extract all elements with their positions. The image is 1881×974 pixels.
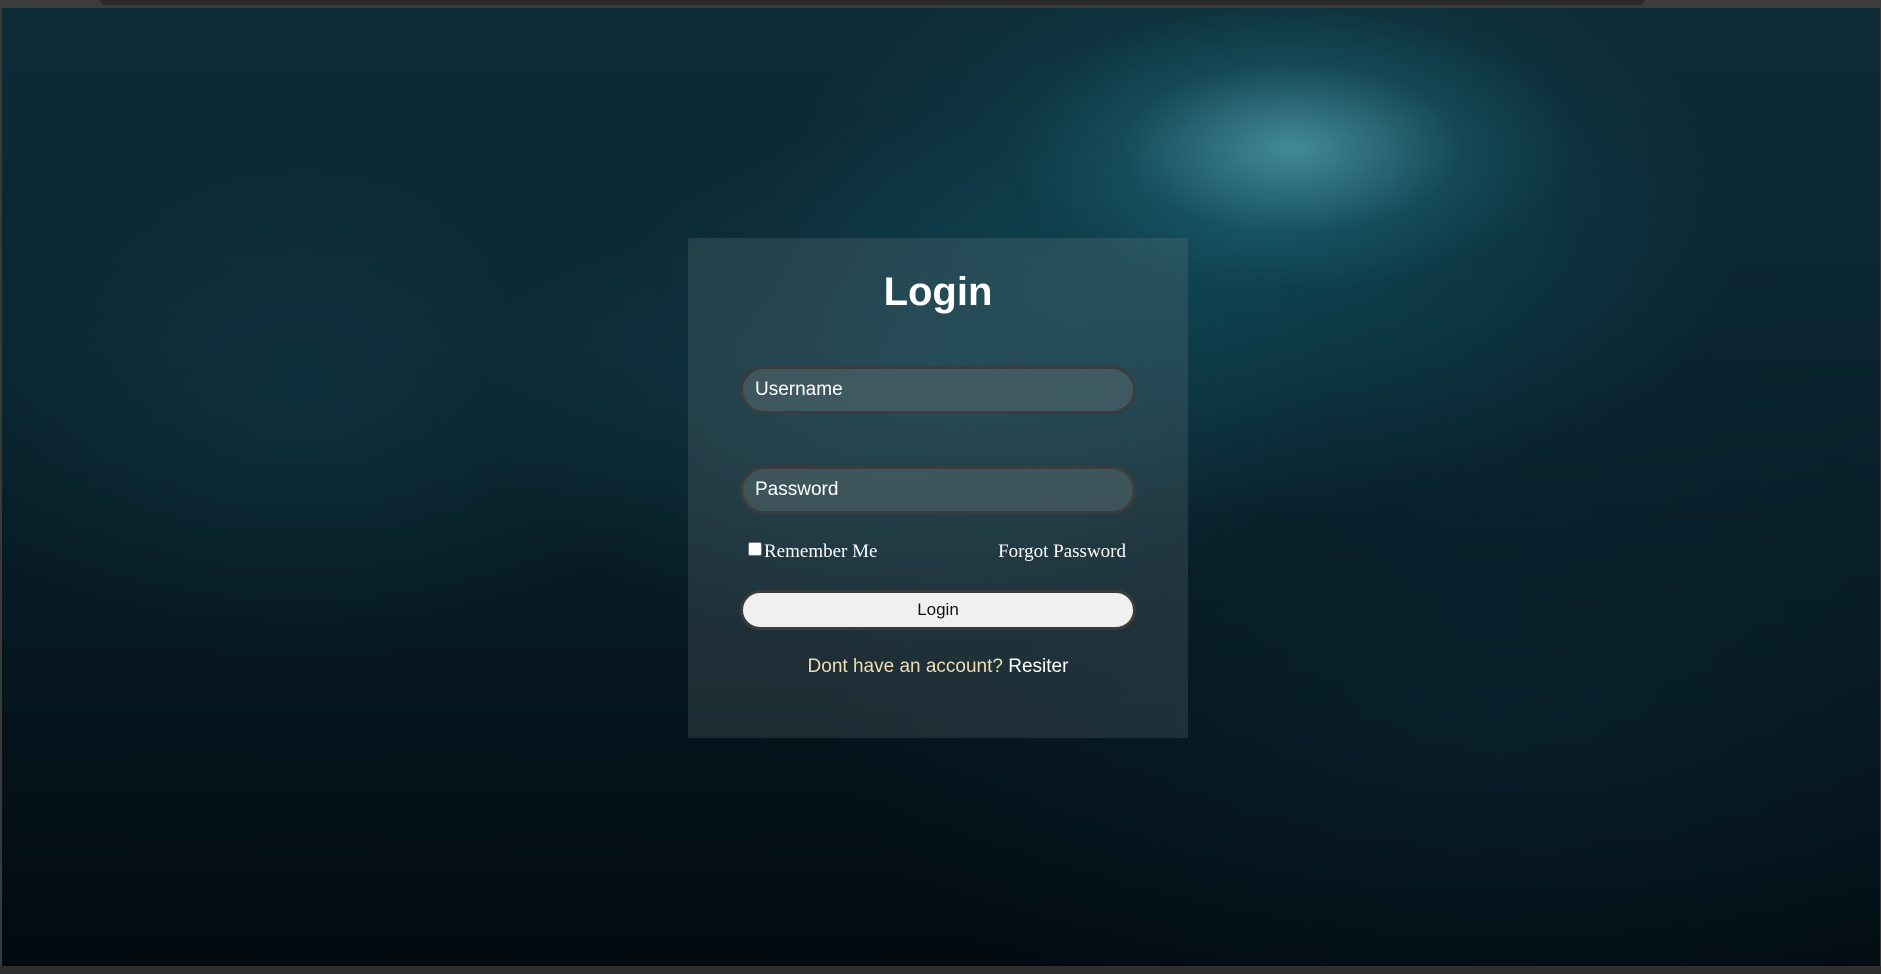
window-top-edge bbox=[0, 0, 1881, 8]
window-bottom-edge bbox=[0, 966, 1881, 974]
window-top-bar bbox=[100, 0, 1645, 5]
password-input[interactable] bbox=[740, 466, 1136, 514]
register-line: Dont have an account? Resiter bbox=[688, 656, 1188, 678]
register-link[interactable]: Resiter bbox=[1008, 656, 1068, 677]
remember-me-label: Remember Me bbox=[764, 541, 878, 562]
forgot-password-link[interactable]: Forgot Password bbox=[998, 541, 1126, 563]
login-card: Login Remember Me Forgot Password Login … bbox=[688, 238, 1188, 738]
username-input[interactable] bbox=[740, 366, 1136, 414]
login-title: Login bbox=[883, 270, 993, 314]
remember-me-checkbox[interactable] bbox=[748, 542, 762, 556]
register-prompt: Dont have an account? bbox=[807, 656, 1003, 677]
page-background: Login Remember Me Forgot Password Login … bbox=[2, 8, 1880, 966]
remember-me[interactable]: Remember Me bbox=[748, 541, 877, 563]
login-button[interactable]: Login bbox=[740, 590, 1136, 630]
